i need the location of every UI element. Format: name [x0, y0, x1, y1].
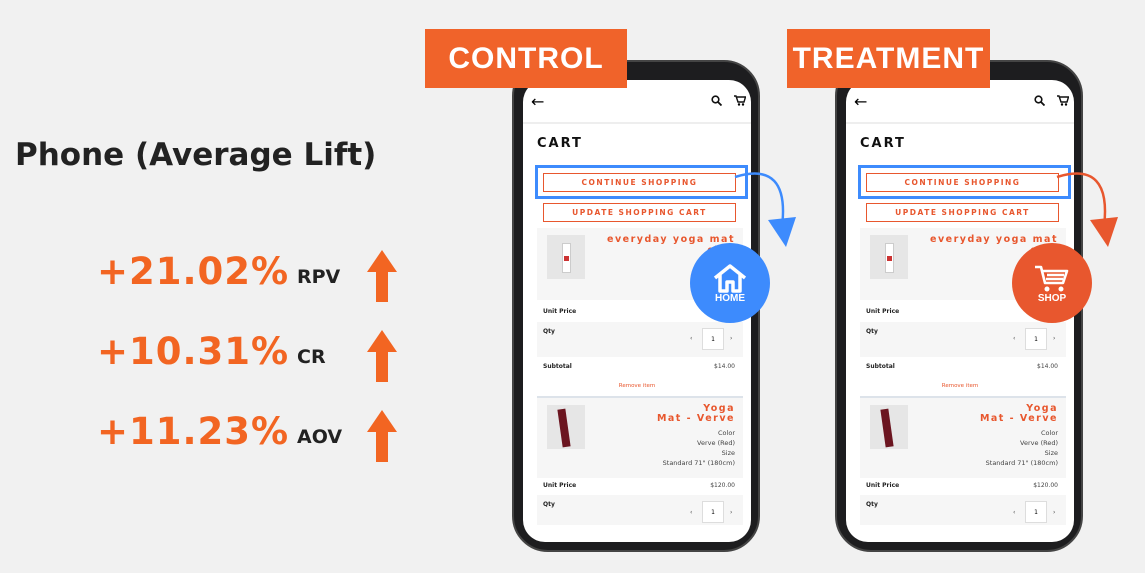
color-label: Color: [718, 429, 735, 437]
cart-item: Yoga Mat - Verve Color Verve (Red) Size S…: [860, 398, 1066, 478]
product-name-line: Mat - Verve: [979, 413, 1058, 424]
qty-row: Qty ‹ 1 ›: [537, 495, 743, 525]
update-cart-button[interactable]: UPDATE SHOPPING CART: [543, 203, 736, 222]
subtotal-label: Subtotal: [866, 363, 895, 370]
badge-label: SHOP: [1037, 292, 1067, 304]
decrement-button[interactable]: ‹: [1013, 509, 1015, 516]
size-label: Size: [721, 449, 735, 457]
product-options: Color Verve (Red) Size Standard 71" (180…: [663, 428, 735, 468]
metric-row: +10.31% CR: [97, 330, 407, 382]
cart-title: CART: [537, 136, 583, 151]
color-label: Color: [1041, 429, 1058, 437]
product-image: [547, 235, 585, 279]
home-icon: [713, 263, 747, 293]
badge-label: HOME: [715, 292, 745, 304]
size-value: Standard 71" (180cm): [662, 459, 735, 467]
product-image: [870, 235, 908, 279]
metric-value: +21.02%: [97, 250, 290, 293]
search-icon[interactable]: [1034, 95, 1045, 106]
curved-arrow-icon: [734, 172, 796, 247]
remove-item-link[interactable]: Remove item: [846, 383, 1074, 389]
product-name-line: everyday yoga mat: [930, 234, 1058, 245]
product-image: [547, 405, 585, 449]
back-arrow-icon[interactable]: ←: [531, 92, 544, 111]
decrement-button[interactable]: ‹: [690, 509, 692, 516]
increment-button[interactable]: ›: [730, 509, 732, 516]
product-image: [870, 405, 908, 449]
qty-row: Qty ‹ 1 ›: [537, 322, 743, 357]
increment-button[interactable]: ›: [1053, 509, 1055, 516]
arrow-up-icon: [367, 410, 397, 462]
unit-price-label: Unit Price: [543, 308, 577, 315]
increment-button[interactable]: ›: [1053, 335, 1055, 342]
home-badge: HOME: [690, 243, 770, 323]
product-name-line: Mat - Verve: [656, 413, 735, 424]
remove-item-link[interactable]: Remove item: [523, 383, 751, 389]
metric-label: AOV: [297, 426, 343, 448]
metric-label: CR: [297, 346, 326, 368]
subtotal-value: $14.00: [714, 363, 735, 370]
metric-row: +21.02% RPV: [97, 250, 407, 302]
cart-item: Yoga Mat - Verve Color Verve (Red) Size S…: [537, 398, 743, 478]
qty-row: Qty ‹ 1 ›: [860, 322, 1066, 357]
qty-input[interactable]: 1: [1025, 328, 1047, 350]
subtotal-value: $14.00: [1037, 363, 1058, 370]
metric-value: +10.31%: [97, 330, 290, 373]
continue-shopping-button[interactable]: CONTINUE SHOPPING: [866, 173, 1059, 192]
qty-label: Qty: [543, 501, 555, 508]
size-value: Standard 71" (180cm): [985, 459, 1058, 467]
page-title: Phone (Average Lift): [15, 137, 377, 173]
qty-input[interactable]: 1: [1025, 501, 1047, 523]
size-label: Size: [1044, 449, 1058, 457]
cart-title: CART: [860, 136, 906, 151]
qty-row: Qty ‹ 1 ›: [860, 495, 1066, 525]
curved-arrow-icon: [1056, 172, 1118, 247]
product-name-line: everyday yoga mat: [607, 234, 735, 245]
qty-input[interactable]: 1: [702, 501, 724, 523]
product-name[interactable]: Yoga Mat - Verve: [980, 404, 1058, 424]
qty-label: Qty: [543, 328, 555, 335]
qty-input[interactable]: 1: [702, 328, 724, 350]
arrow-up-icon: [367, 330, 397, 382]
shop-badge: SHOP: [1012, 243, 1092, 323]
variant-tag: TREATMENT: [787, 29, 990, 88]
cart-icon[interactable]: [734, 95, 746, 106]
back-arrow-icon[interactable]: ←: [854, 92, 867, 111]
cart-icon: [1035, 265, 1069, 291]
unit-price-label: Unit Price: [866, 308, 900, 315]
unit-price-label: Unit Price: [543, 482, 577, 489]
update-cart-button[interactable]: UPDATE SHOPPING CART: [866, 203, 1059, 222]
decrement-button[interactable]: ‹: [1013, 335, 1015, 342]
continue-shopping-button[interactable]: CONTINUE SHOPPING: [543, 173, 736, 192]
product-name[interactable]: Yoga Mat - Verve: [657, 404, 735, 424]
qty-label: Qty: [866, 501, 878, 508]
cart-icon[interactable]: [1057, 95, 1069, 106]
metric-value: +11.23%: [97, 410, 290, 453]
product-options: Color Verve (Red) Size Standard 71" (180…: [986, 428, 1058, 468]
search-icon[interactable]: [711, 95, 722, 106]
qty-label: Qty: [866, 328, 878, 335]
unit-price-value: $120.00: [710, 482, 735, 489]
increment-button[interactable]: ›: [730, 335, 732, 342]
decrement-button[interactable]: ‹: [690, 335, 692, 342]
unit-price-label: Unit Price: [866, 482, 900, 489]
metric-label: RPV: [297, 266, 341, 288]
color-value: Verve (Red): [697, 439, 735, 447]
arrow-up-icon: [367, 250, 397, 302]
subtotal-label: Subtotal: [543, 363, 572, 370]
variant-tag: CONTROL: [425, 29, 627, 88]
color-value: Verve (Red): [1020, 439, 1058, 447]
metric-row: +11.23% AOV: [97, 410, 407, 462]
unit-price-value: $120.00: [1033, 482, 1058, 489]
